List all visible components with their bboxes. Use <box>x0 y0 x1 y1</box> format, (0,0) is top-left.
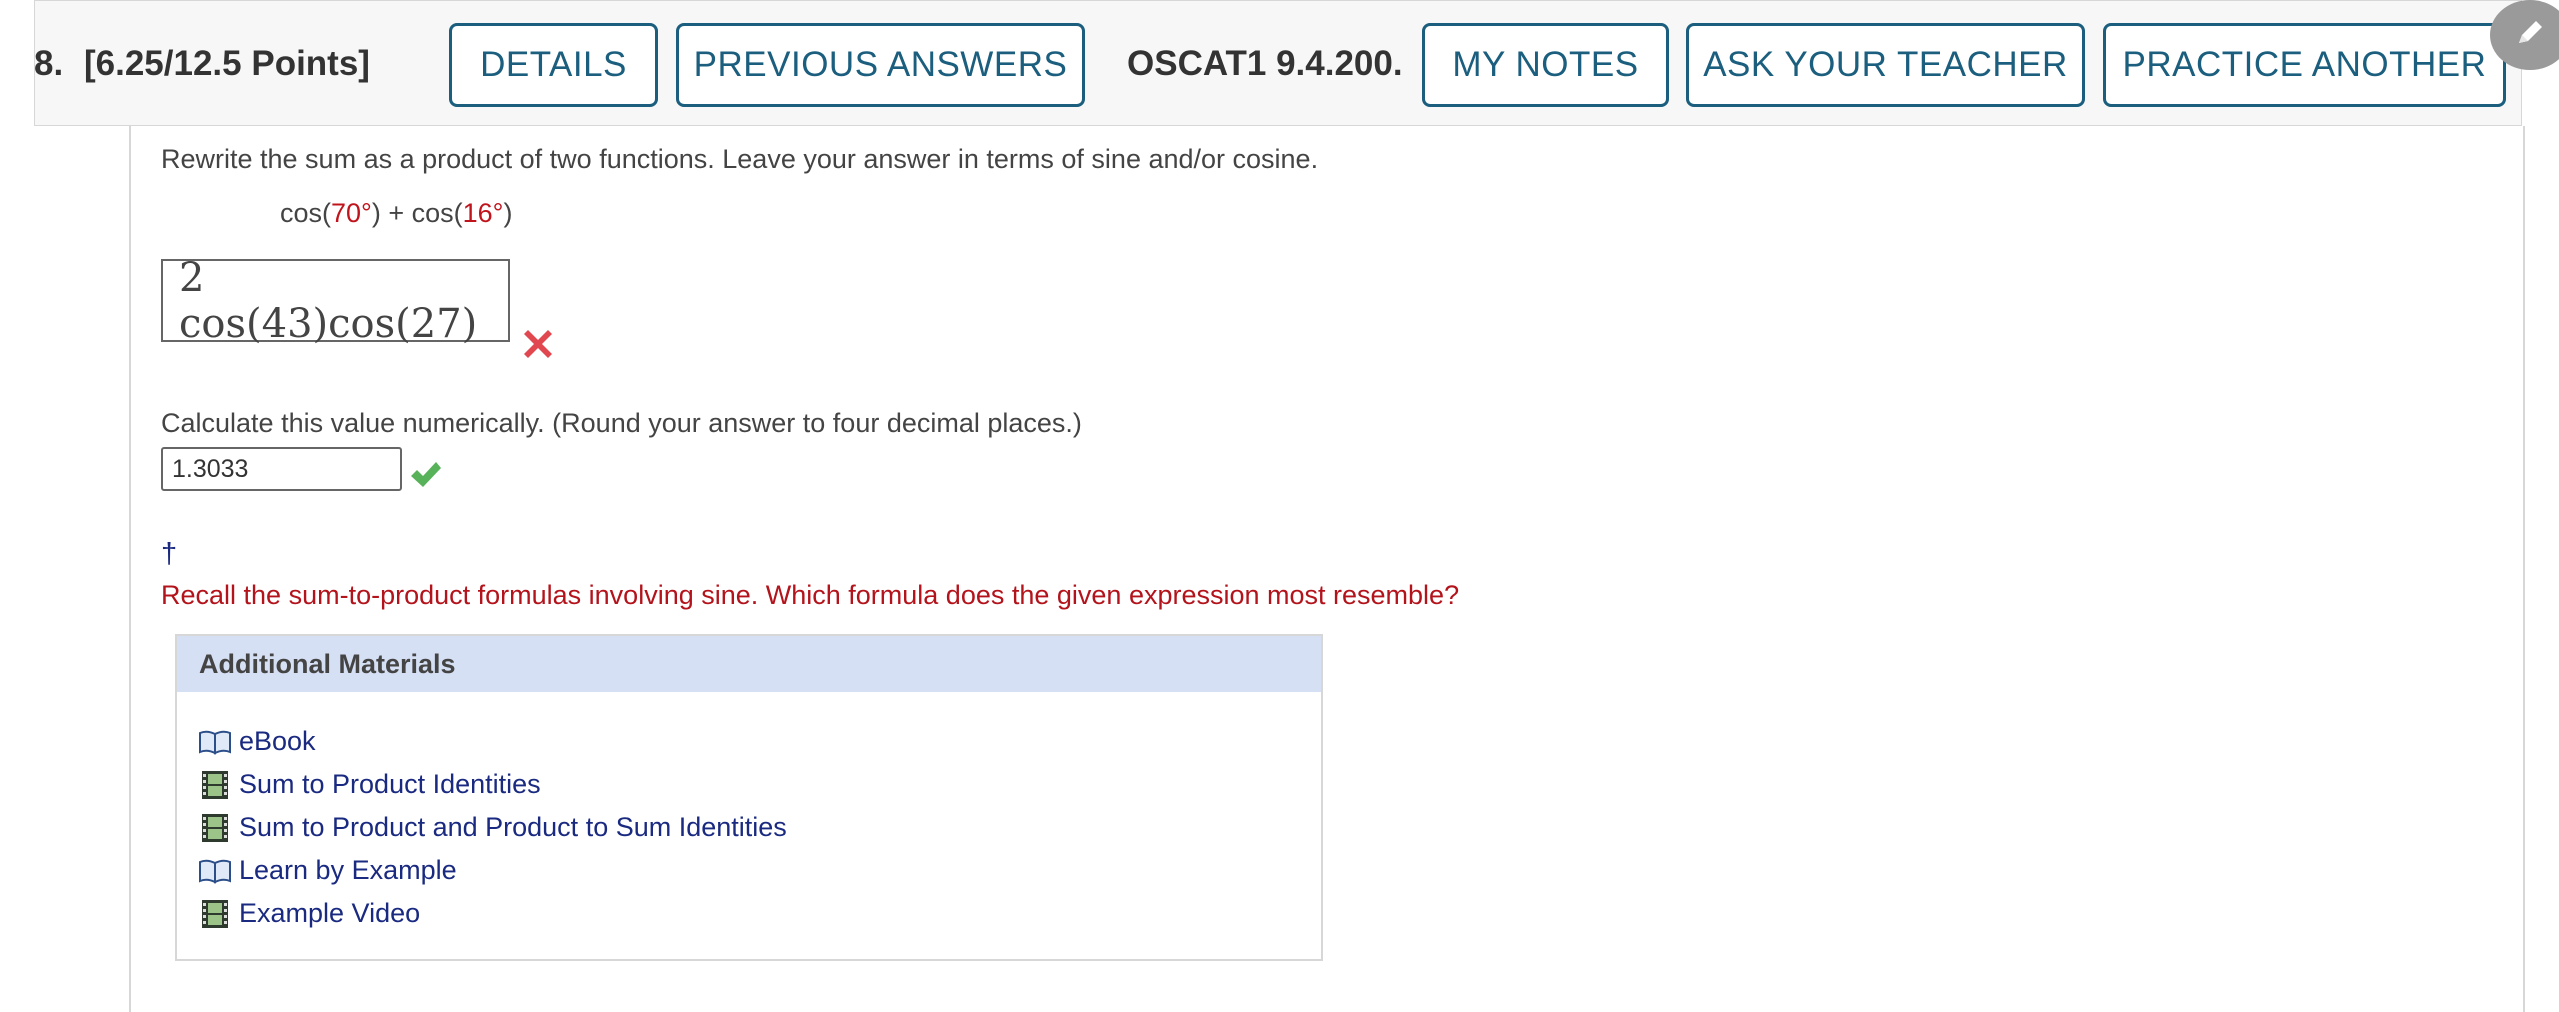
pencil-icon <box>2513 16 2547 55</box>
my-notes-button[interactable]: MY NOTES <box>1422 23 1669 107</box>
hint-marker: † <box>161 538 178 570</box>
question-id: OSCAT1 9.4.200. <box>1127 44 1403 83</box>
film-icon <box>197 899 233 929</box>
book-icon <box>197 727 233 757</box>
material-link-sum-product-identities[interactable]: Sum to Product and Product to Sum Identi… <box>239 812 787 843</box>
details-button[interactable]: DETAILS <box>449 23 658 107</box>
material-link-example-video[interactable]: Example Video <box>239 898 420 929</box>
practice-another-button[interactable]: PRACTICE ANOTHER <box>2103 23 2506 107</box>
additional-materials-list: eBook Sum to Product Identities Sum to P… <box>197 720 787 935</box>
correct-check-icon <box>409 459 443 494</box>
expr-text: cos( <box>280 198 332 228</box>
list-item[interactable]: Sum to Product Identities <box>197 763 787 806</box>
numeric-answer-input[interactable] <box>161 447 402 491</box>
book-icon <box>197 856 233 886</box>
calc-prompt: Calculate this value numerically. (Round… <box>161 408 1082 438</box>
question-points: [6.25/12.5 Points] <box>84 44 370 83</box>
film-icon <box>197 770 233 800</box>
material-link-learn-by-example[interactable]: Learn by Example <box>239 855 457 886</box>
question-prompt: Rewrite the sum as a product of two func… <box>161 144 1319 174</box>
question-number: 8. <box>34 44 64 83</box>
hint-text: Recall the sum-to-product formulas invol… <box>161 580 1460 610</box>
list-item[interactable]: Example Video <box>197 892 787 935</box>
expr-text: ) + cos( <box>371 198 463 228</box>
answer-math-input[interactable]: 2 cos(43)cos(27) <box>161 255 510 347</box>
question-expression: cos(70°) + cos(16°) <box>280 198 512 229</box>
list-item[interactable]: Sum to Product and Product to Sum Identi… <box>197 806 787 849</box>
material-link-sum-to-product[interactable]: Sum to Product Identities <box>239 769 541 800</box>
expr-text: ) <box>503 198 513 228</box>
list-item[interactable]: eBook <box>197 720 787 763</box>
incorrect-x-icon <box>522 327 554 364</box>
additional-materials-panel: Additional Materials eBook Sum to Produc… <box>175 634 1323 961</box>
film-icon <box>197 813 233 843</box>
additional-materials-title: Additional Materials <box>177 636 1321 692</box>
expr-value-2: 16° <box>462 198 504 228</box>
previous-answers-button[interactable]: PREVIOUS ANSWERS <box>676 23 1085 107</box>
material-link-ebook[interactable]: eBook <box>239 726 316 757</box>
expr-value-1: 70° <box>331 198 372 228</box>
ask-your-teacher-button[interactable]: ASK YOUR TEACHER <box>1686 23 2085 107</box>
list-item[interactable]: Learn by Example <box>197 849 787 892</box>
